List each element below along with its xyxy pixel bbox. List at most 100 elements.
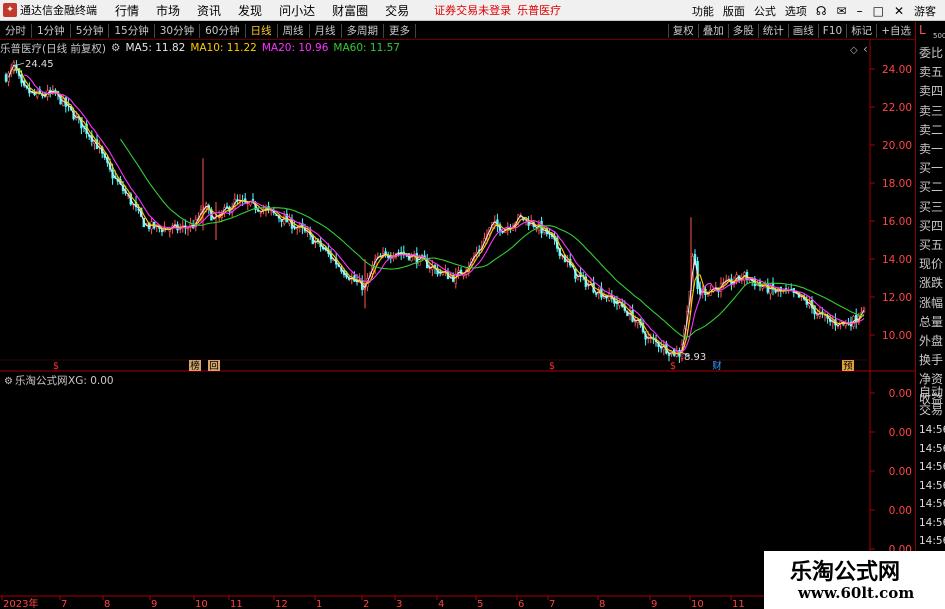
side-label: 委比 xyxy=(919,46,944,60)
side-time: 14:56 xyxy=(919,535,945,547)
menu-jiaoyi[interactable]: 交易 xyxy=(385,2,409,19)
period-more[interactable]: 更多 xyxy=(384,23,416,38)
ma5-line xyxy=(8,64,865,355)
menu-shichang[interactable]: 市场 xyxy=(156,2,180,19)
login-status[interactable]: 证券交易未登录 xyxy=(434,2,511,18)
menu-gongneng[interactable]: 功能 xyxy=(692,3,714,19)
headset-icon[interactable]: ☊ xyxy=(816,4,827,18)
quote-side-panel[interactable]: L 500 委比 卖五 卖四 卖三 卖二 卖一 买一 买二 买三 买四 买五 现价 涨跌 涨幅 总量 外盘 换手 净资… xyxy=(915,22,945,609)
price-axis-label: 12.00 xyxy=(882,292,912,304)
xaxis-label: 6 xyxy=(518,599,524,609)
sub-axis-label: 0.00 xyxy=(889,505,912,517)
side-label: 卖二 xyxy=(919,122,944,137)
ma-indicator-line: 乐普医疗(日线 前复权) ⚙ MA5: 11.82 MA10: 11.22 MA… xyxy=(0,41,405,55)
ma20-line xyxy=(24,74,865,353)
period-60min[interactable]: 60分钟 xyxy=(200,23,246,38)
message-icon[interactable]: ✉ xyxy=(837,4,847,18)
sub-axis-label: 0.00 xyxy=(889,388,912,400)
side-label: 买五 xyxy=(919,238,944,252)
sub-indicator-label: 乐淘公式网 xyxy=(15,374,68,387)
menu-wenxiaoda[interactable]: 问小达 xyxy=(279,2,315,19)
event-mark: $ xyxy=(53,361,59,372)
side-time: 14:56 xyxy=(919,516,945,529)
side-label: 买一 xyxy=(919,161,944,176)
menu-gongshi[interactable]: 公式 xyxy=(754,3,776,19)
price-axis-label: 20.00 xyxy=(882,140,912,152)
settings-icon[interactable]: ⚙ xyxy=(111,42,120,54)
watermark-title: 乐淘公式网 xyxy=(790,559,901,585)
price-axis-label: 24.00 xyxy=(882,64,912,76)
event-mark: 财 xyxy=(712,360,722,372)
side-label: 买二 xyxy=(919,180,944,195)
xaxis-label: 7 xyxy=(61,599,67,609)
sub-settings-icon: ⚙ xyxy=(4,376,13,387)
menu-xuanxiang[interactable]: 选项 xyxy=(785,3,807,19)
side-level-label: L xyxy=(919,23,926,37)
period-monthly[interactable]: 月线 xyxy=(310,23,342,38)
ma20-value: MA20: 10.96 xyxy=(261,42,329,54)
tool-biaoji[interactable]: 标记 xyxy=(846,24,876,38)
low-price-label: 8.93 xyxy=(684,352,706,363)
kline-chart[interactable]: 24.0022.0020.0018.0016.0014.0012.0010.00… xyxy=(0,0,945,609)
period-multi[interactable]: 多周期 xyxy=(342,23,384,38)
side-label: 卖一 xyxy=(919,142,944,156)
tool-zixuan[interactable]: +自选 xyxy=(876,24,915,38)
period-5min[interactable]: 5分钟 xyxy=(71,23,110,38)
maximize-icon[interactable]: □ xyxy=(873,4,884,18)
ma5-value: MA5: 11.82 xyxy=(125,42,186,54)
event-mark: $ xyxy=(670,361,676,372)
side-time: 14:56 xyxy=(919,498,945,510)
tool-fuquan[interactable]: 复权 xyxy=(667,24,698,38)
chart-collapse-icon: ‹ xyxy=(863,42,868,56)
xaxis-label: 3 xyxy=(396,599,402,609)
xaxis-label: 7 xyxy=(549,599,555,609)
xaxis-label: 9 xyxy=(151,599,157,609)
tool-tongji[interactable]: 统计 xyxy=(757,24,788,38)
xaxis-label: 2023年 xyxy=(3,597,38,609)
app-logo-icon: ✦ xyxy=(3,3,17,17)
tool-duogu[interactable]: 多股 xyxy=(727,24,758,38)
side-label: 现价 xyxy=(919,257,944,272)
ma10-value: MA10: 11.22 xyxy=(190,42,257,54)
side-auto-trade: 自动 xyxy=(919,385,944,399)
menu-zixun[interactable]: 资讯 xyxy=(197,2,221,19)
menu-caifuquan[interactable]: 财富圈 xyxy=(332,2,368,19)
sub-axis-label: 0.00 xyxy=(889,427,912,439)
period-30min[interactable]: 30分钟 xyxy=(155,23,201,38)
event-mark: 预 xyxy=(843,361,853,372)
tool-huaxian[interactable]: 画线 xyxy=(787,24,818,38)
price-axis-label: 14.00 xyxy=(882,254,912,266)
stock-name: 乐普医疗 xyxy=(517,4,562,17)
side-level-sub: 500 xyxy=(933,32,945,40)
ma60-value: MA60: 11.57 xyxy=(333,42,400,54)
candle-body xyxy=(160,230,164,233)
side-time: 14:56 xyxy=(919,442,945,455)
side-label: 涨跌 xyxy=(919,276,944,291)
minimize-icon[interactable]: – xyxy=(857,4,863,18)
price-axis-label: 22.00 xyxy=(882,102,912,114)
watermark: 乐淘公式网 www.60lt.com xyxy=(764,551,945,609)
tool-f10[interactable]: F10 xyxy=(817,24,846,38)
user-name[interactable]: 游客 xyxy=(914,3,936,19)
period-weekly[interactable]: 周线 xyxy=(278,23,310,38)
menu-hangqing[interactable]: 行情 xyxy=(115,2,139,19)
high-price-label: 24.45 xyxy=(25,59,54,70)
side-auto-trade: 交易 xyxy=(919,403,944,417)
watermark-url: www.60lt.com xyxy=(798,584,915,602)
tool-diejia[interactable]: 叠加 xyxy=(697,24,728,38)
period-15min[interactable]: 15分钟 xyxy=(109,23,155,38)
period-tick[interactable]: 分时 xyxy=(0,23,32,38)
menu-faxian[interactable]: 发现 xyxy=(238,2,262,19)
side-time: 14:56 xyxy=(919,461,945,473)
period-1min[interactable]: 1分钟 xyxy=(32,23,71,38)
stock-label[interactable]: 乐普医疗(日线 前复权) xyxy=(0,41,106,56)
xaxis-label: 8 xyxy=(599,599,605,609)
xaxis-label: 2 xyxy=(363,599,369,609)
side-time: 14:56 xyxy=(919,479,945,492)
event-mark: 榜 xyxy=(190,360,200,372)
xg-value: XG: 0.00 xyxy=(68,375,114,387)
close-icon[interactable]: ✕ xyxy=(894,4,904,18)
menu-banmian[interactable]: 版面 xyxy=(723,3,745,19)
period-daily[interactable]: 日线 xyxy=(246,23,278,38)
side-label: 总量 xyxy=(919,314,944,329)
